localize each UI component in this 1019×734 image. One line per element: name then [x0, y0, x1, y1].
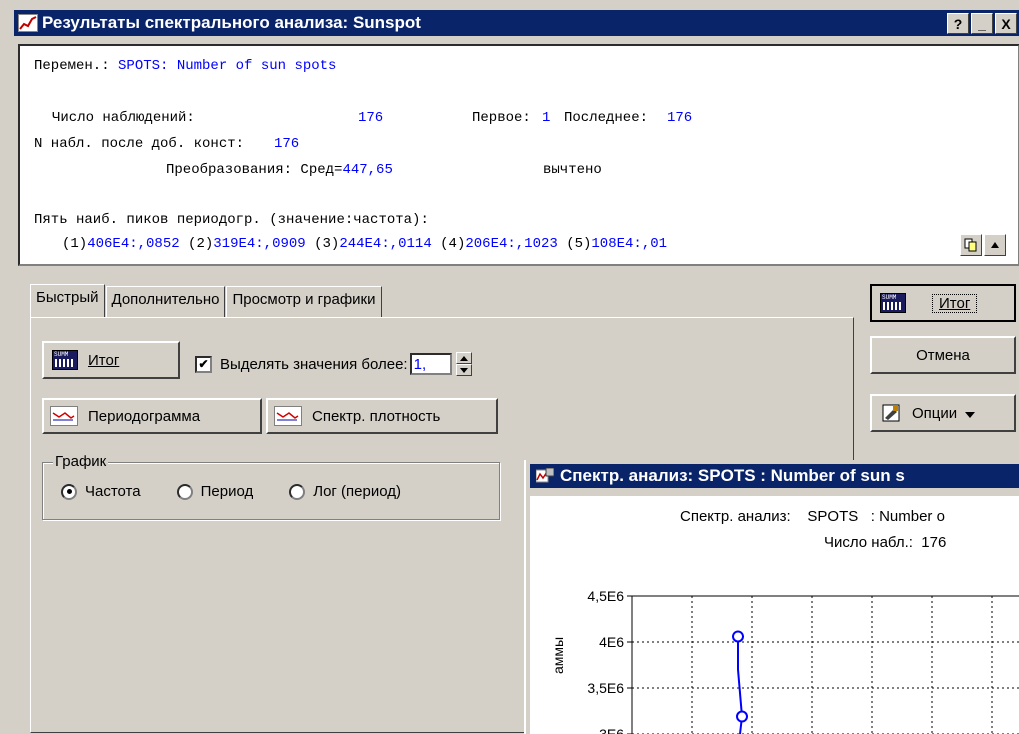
peak-value: 406E4:,0852 — [87, 236, 180, 252]
nobs-value: 176 — [358, 110, 384, 126]
y-tick-label: 3E6 — [599, 726, 624, 734]
radio-dot[interactable] — [61, 483, 77, 500]
peak-value: 108E4:,01 — [591, 236, 668, 252]
highlight-row: ✔ Выделять значения более: 1, — [195, 352, 472, 376]
summary-table-icon: SUMM — [52, 350, 78, 370]
variable-label: Перемен.: — [34, 58, 119, 74]
chart-area[interactable]: Спектр. анализ: SPOTS : Number o Число н… — [530, 496, 1019, 734]
peak-value: 319E4:,0909 — [213, 236, 306, 252]
last-label: Последнее: — [564, 110, 649, 126]
graph-window-title: Спектр. анализ: SPOTS : Number of sun s — [560, 466, 905, 485]
periodogram-button[interactable]: Периодограмма — [42, 398, 262, 434]
summary-table-icon: SUMM — [880, 293, 906, 313]
main-window: Результаты спектрального анализа: Sunspo… — [0, 0, 1019, 734]
radio-dot[interactable] — [289, 483, 306, 500]
help-button[interactable]: ? — [947, 13, 969, 34]
summary-button[interactable]: SUMM Итог — [42, 341, 180, 379]
y-tick-label: 4E6 — [599, 634, 624, 650]
highlight-spinner[interactable] — [455, 352, 472, 376]
graph-window-title-bar[interactable]: Спектр. анализ: SPOTS : Number of sun s — [530, 464, 1019, 488]
y-tick-label: 4,5E6 — [587, 588, 624, 604]
copy-icon[interactable] — [960, 234, 982, 256]
periodogram-button-label: Периодограмма — [88, 407, 201, 425]
graph-group-label: График — [53, 453, 109, 470]
transform-suffix: вычтено — [543, 162, 602, 178]
last-value: 176 — [667, 110, 693, 126]
peaks-line: (1)406E4:,0852 (2)319E4:,0909 (3)244E4:,… — [62, 236, 667, 252]
density-button-label: Спектр. плотность — [312, 407, 441, 425]
summary-default-button[interactable]: SUMM Итог — [870, 284, 1016, 322]
nobs-label: Число наблюдений: — [52, 110, 195, 126]
peak-index: (1) — [62, 236, 88, 252]
data-point — [732, 630, 744, 643]
cancel-button-label: Отмена — [916, 346, 970, 364]
peak-value: 244E4:,0114 — [339, 236, 432, 252]
peak-index: (4) — [440, 236, 466, 252]
transform-value: 447,65 — [342, 162, 393, 178]
n-after-label: N набл. после доб. конст: — [34, 136, 245, 152]
options-button-label: Опции — [912, 404, 958, 422]
periodogram-chart: 4,5E6 4E6 3,5E6 3E6 — [587, 588, 1019, 734]
chevron-down-icon — [965, 405, 976, 422]
graph-groupbox: График Частота Период Лог (период) — [42, 453, 500, 520]
transform-label: Преобразования: Сред= — [166, 162, 343, 178]
n-after-value: 176 — [274, 136, 300, 152]
options-button[interactable]: Опции — [870, 394, 1016, 432]
title-bar[interactable]: Результаты спектрального анализа: Sunspo… — [14, 10, 1019, 36]
y-tick-label: 3,5E6 — [587, 680, 624, 696]
tab-advanced[interactable]: Дополнительно — [105, 286, 226, 318]
peak-index: (3) — [314, 236, 340, 252]
results-text-panel[interactable]: Перемен.: SPOTS: Number of sun spots Чис… — [18, 44, 1019, 266]
radio-frequency-label: Частота — [85, 483, 141, 500]
periodogram-graph-icon — [50, 406, 78, 426]
density-graph-icon — [274, 406, 302, 426]
options-icon — [882, 404, 900, 422]
tab-quick[interactable]: Быстрый — [30, 284, 105, 318]
peak-index: (5) — [566, 236, 592, 252]
summary-default-label: Итог — [932, 293, 978, 313]
peak-value: 206E4:,1023 — [465, 236, 558, 252]
radio-log-period[interactable]: Лог (период) — [289, 483, 401, 500]
close-button[interactable]: X — [995, 13, 1017, 34]
radio-period-label: Период — [200, 483, 254, 500]
highlight-checkbox[interactable]: ✔ — [195, 355, 212, 373]
scroll-up-icon[interactable] — [984, 234, 1006, 256]
spectral-density-button[interactable]: Спектр. плотность — [266, 398, 498, 434]
tab-review-graphs[interactable]: Просмотр и графики — [226, 286, 382, 318]
radio-frequency[interactable]: Частота — [61, 483, 141, 500]
highlight-label: Выделять значения более: — [220, 355, 408, 373]
minimize-button[interactable]: _ — [971, 13, 993, 34]
window-title: Результаты спектрального анализа: Sunspo… — [42, 13, 421, 32]
highlight-value-input[interactable]: 1, — [409, 353, 452, 375]
variable-value: SPOTS: Number of sun spots — [118, 58, 337, 74]
peak-index: (2) — [188, 236, 214, 252]
summary-button-label: Итог — [88, 351, 120, 369]
tab-strip: Быстрый Дополнительно Просмотр и графики — [30, 284, 383, 318]
app-chart-icon — [18, 14, 38, 32]
spin-up-icon[interactable] — [455, 352, 472, 364]
data-point — [736, 710, 748, 723]
cancel-button[interactable]: Отмена — [870, 336, 1016, 374]
radio-period[interactable]: Период — [176, 483, 254, 500]
spectral-graph-window[interactable]: Спектр. анализ: SPOTS : Number of sun s … — [524, 460, 1019, 734]
first-value: 1 — [542, 110, 551, 126]
first-label: Первое: — [472, 110, 531, 126]
spin-down-icon[interactable] — [455, 364, 472, 376]
peaks-label: Пять наиб. пиков периодогр. (значение:ча… — [34, 212, 429, 228]
radio-log-period-label: Лог (период) — [313, 483, 402, 500]
graph-window-icon — [536, 468, 554, 484]
radio-dot[interactable] — [176, 483, 193, 500]
